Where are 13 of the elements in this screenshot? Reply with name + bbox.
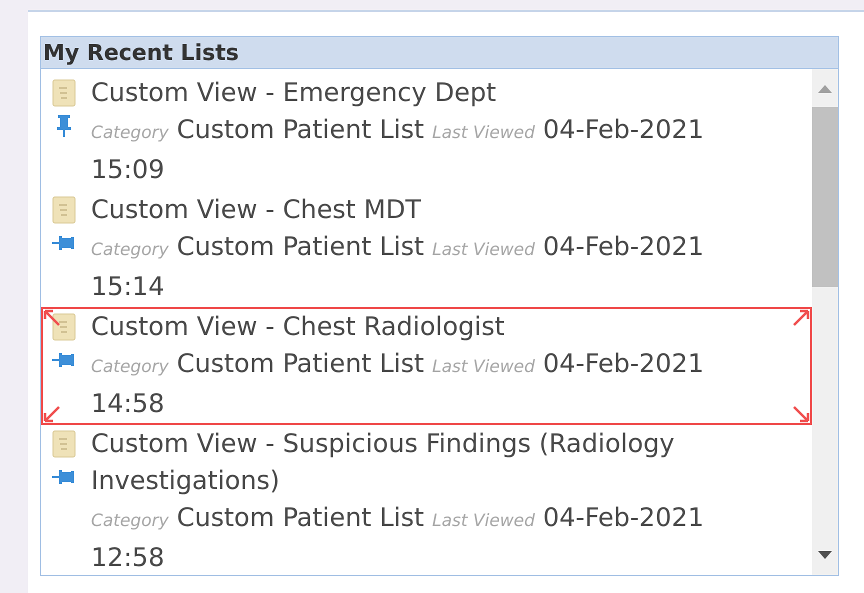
recent-list-item[interactable]: Custom View - Emergency Dept Category Custom Patient List Last Viewed 04-Feb-2021 15:09 <box>41 73 812 191</box>
list-title[interactable]: Custom View - Emergency Dept <box>91 75 781 112</box>
recent-list-item[interactable]: Custom View - Suspicious Findings (Radiology Investigations) Category Custom Patient List Last Viewed 04-Feb-2021 12:58 <box>41 424 812 575</box>
recent-list-item[interactable]: Custom View - Chest MDT Category Custom Patient List Last Viewed 04-Feb-2021 15:14 <box>41 190 812 308</box>
panel-title: My Recent Lists <box>41 37 838 69</box>
list-title[interactable]: Custom View - Chest Radiologist <box>91 309 781 346</box>
list-title[interactable]: Custom View - Suspicious Findings (Radiology Investigations) <box>91 426 781 500</box>
recent-list-item[interactable]: Custom View - Chest Radiologist Category Custom Patient List Last Viewed 04-Feb-2021 14:58 <box>41 307 812 425</box>
list-details: Category Custom Patient List Last Viewed 04-Feb-2021 12:58 <box>91 502 705 575</box>
list-title[interactable]: Custom View - Chest MDT <box>91 192 781 229</box>
list-details: Category Custom Patient List Last Viewed 04-Feb-2021 15:09 <box>91 114 705 187</box>
list-details: Category Custom Patient List Last Viewed 04-Feb-2021 15:14 <box>91 231 705 304</box>
list-details: Category Custom Patient List Last Viewed 04-Feb-2021 14:58 <box>91 348 705 421</box>
